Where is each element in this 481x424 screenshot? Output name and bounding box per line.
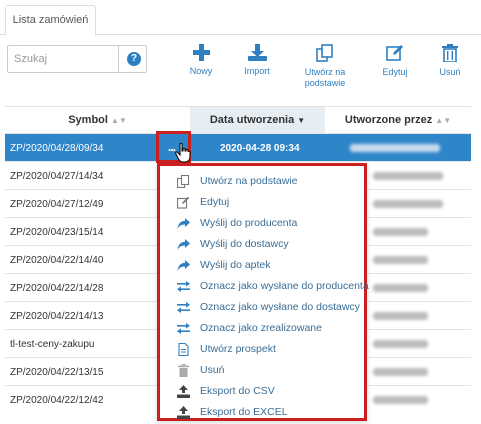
download-icon bbox=[247, 44, 267, 61]
cell-symbol: ZP/2020/04/22/14/40 bbox=[10, 255, 104, 266]
cell-creator-redacted bbox=[373, 256, 428, 264]
cell-symbol: ZP/2020/04/22/12/42 bbox=[10, 395, 104, 406]
column-header-symbol-label: Symbol bbox=[68, 114, 108, 126]
cell-symbol: ZP/2020/04/22/14/13 bbox=[10, 311, 104, 322]
exchange-icon bbox=[177, 323, 190, 334]
menu-item-label: Oznacz jako wysłane do producenta bbox=[200, 280, 369, 292]
menu-item-export-csv[interactable]: Eksport do CSV bbox=[160, 381, 364, 402]
cell-creator-redacted bbox=[373, 172, 443, 180]
cell-creator-redacted bbox=[373, 228, 428, 236]
menu-item-mark-sent-supplier[interactable]: Oznacz jako wysłane do dostawcy bbox=[160, 297, 364, 318]
table-row[interactable]: ZP/2020/04/28/09/34 2020-04-28 09:34 bbox=[5, 133, 471, 161]
table-header: Symbol ▲▼ Data utworzenia ▼ Utworzone prze… bbox=[5, 106, 471, 133]
cell-date: 2020-04-28 09:34 bbox=[220, 143, 300, 154]
edit-button[interactable]: Edytuj bbox=[380, 44, 410, 78]
plus-icon bbox=[192, 44, 210, 61]
create-from-button[interactable]: Utwórz na podstawie bbox=[300, 44, 350, 89]
cell-symbol: ZP/2020/04/27/14/34 bbox=[10, 171, 104, 182]
copy-icon bbox=[177, 175, 190, 188]
cell-symbol: ZP/2020/04/23/15/14 bbox=[10, 227, 104, 238]
trash-icon bbox=[178, 364, 189, 377]
tab-label: Lista zamówień bbox=[12, 14, 89, 26]
cell-symbol: ZP/2020/04/22/14/28 bbox=[10, 283, 104, 294]
column-header-creator[interactable]: Utworzone przez ▲▼ bbox=[325, 107, 471, 133]
sort-desc-icon: ▼ bbox=[297, 116, 306, 125]
cell-symbol: ZP/2020/04/22/13/15 bbox=[10, 367, 104, 378]
cell-symbol: ZP/2020/04/27/12/49 bbox=[10, 199, 104, 210]
menu-item-label: Oznacz jako zrealizowane bbox=[200, 322, 322, 334]
menu-item-mark-sent-producer[interactable]: Oznacz jako wysłane do producenta bbox=[160, 276, 369, 297]
cell-creator-redacted bbox=[373, 340, 428, 348]
cell-creator-redacted bbox=[373, 200, 443, 208]
more-dots-icon: ... bbox=[168, 140, 176, 154]
menu-item-mark-completed[interactable]: Oznacz jako zrealizowane bbox=[160, 318, 364, 339]
delete-button[interactable]: Usuń bbox=[437, 44, 463, 78]
cell-creator-redacted bbox=[373, 312, 428, 320]
sort-icon: ▲▼ bbox=[435, 116, 452, 125]
menu-item-send-pharmacies[interactable]: Wyślij do aptek bbox=[160, 255, 364, 276]
row-context-menu: Utwórz na podstawie Edytuj Wyślij do pro… bbox=[157, 163, 369, 423]
menu-item-label: Utwórz na podstawie bbox=[200, 175, 298, 187]
exchange-icon bbox=[177, 281, 190, 292]
help-icon[interactable]: ? bbox=[127, 52, 141, 66]
document-icon bbox=[178, 343, 189, 356]
cell-symbol: tl-test-ceny-zakupu bbox=[10, 339, 95, 350]
create-from-label-line1: Utwórz na bbox=[304, 67, 346, 77]
create-from-label-line2: podstawie bbox=[304, 78, 346, 88]
menu-item-edit[interactable]: Edytuj bbox=[160, 192, 364, 213]
new-button-label: Nowy bbox=[189, 66, 213, 76]
edit-icon bbox=[177, 196, 190, 209]
search-input[interactable] bbox=[8, 46, 118, 72]
column-header-creator-label: Utworzone przez bbox=[344, 114, 433, 126]
menu-item-label: Edytuj bbox=[200, 196, 230, 208]
edit-button-label: Edytuj bbox=[382, 67, 408, 77]
menu-item-create-from[interactable]: Utwórz na podstawie bbox=[160, 171, 364, 192]
search-box: ? bbox=[7, 45, 147, 73]
column-header-date-label: Data utworzenia bbox=[209, 114, 295, 126]
upload-icon bbox=[177, 406, 190, 419]
menu-item-send-producer[interactable]: Wyślij do producenta bbox=[160, 213, 364, 234]
share-arrow-icon bbox=[177, 260, 190, 271]
exchange-icon bbox=[177, 302, 190, 313]
menu-item-export-excel[interactable]: Eksport do EXCEL bbox=[160, 402, 364, 423]
cell-creator-redacted bbox=[373, 368, 428, 376]
import-button-label: Import bbox=[244, 66, 270, 76]
menu-item-create-prospect[interactable]: Utwórz prospekt bbox=[160, 339, 364, 360]
menu-item-label: Eksport do EXCEL bbox=[200, 406, 288, 418]
upload-icon bbox=[177, 385, 190, 398]
cell-symbol: ZP/2020/04/28/09/34 bbox=[10, 143, 104, 154]
menu-item-label: Eksport do CSV bbox=[200, 385, 275, 397]
cell-creator-redacted bbox=[350, 144, 440, 152]
edit-icon bbox=[386, 45, 403, 61]
trash-icon bbox=[442, 44, 458, 62]
menu-item-label: Usuń bbox=[200, 364, 225, 376]
column-header-symbol[interactable]: Symbol ▲▼ bbox=[5, 107, 190, 133]
tab-order-list[interactable]: Lista zamówień bbox=[5, 5, 96, 36]
menu-item-label: Oznacz jako wysłane do dostawcy bbox=[200, 301, 360, 313]
menu-item-label: Wyślij do producenta bbox=[200, 217, 298, 229]
column-header-date[interactable]: Data utworzenia ▼ bbox=[190, 107, 325, 133]
menu-item-delete[interactable]: Usuń bbox=[160, 360, 364, 381]
cell-creator-redacted bbox=[373, 396, 428, 404]
import-button[interactable]: Import bbox=[241, 44, 273, 77]
menu-item-label: Utwórz prospekt bbox=[200, 343, 276, 355]
hand-cursor-icon bbox=[175, 143, 191, 163]
menu-item-label: Wyślij do aptek bbox=[200, 259, 271, 271]
new-button[interactable]: Nowy bbox=[186, 44, 216, 77]
sort-icon: ▲▼ bbox=[110, 116, 127, 125]
menu-item-label: Wyślij do dostawcy bbox=[200, 238, 289, 250]
search-divider bbox=[118, 46, 119, 72]
share-arrow-icon bbox=[177, 239, 190, 250]
delete-button-label: Usuń bbox=[439, 67, 461, 77]
menu-item-send-supplier[interactable]: Wyślij do dostawcy bbox=[160, 234, 364, 255]
share-arrow-icon bbox=[177, 218, 190, 229]
copy-icon bbox=[316, 44, 333, 62]
cell-creator-redacted bbox=[373, 284, 428, 292]
tab-bar: Lista zamówień bbox=[0, 0, 481, 36]
